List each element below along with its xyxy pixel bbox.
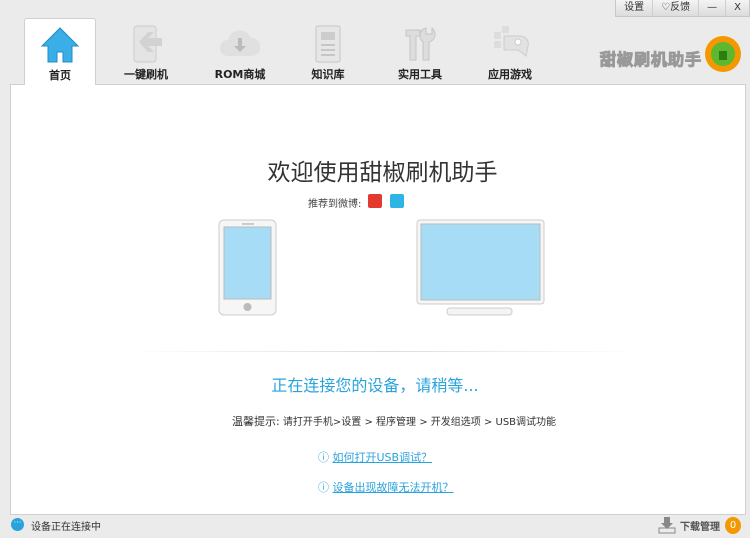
computer-illustration <box>416 219 545 316</box>
hint-text: 请打开手机>设置 > 程序管理 > 开发组选项 > USB调试功能 <box>282 417 557 428</box>
phone-flash-icon <box>133 25 162 63</box>
cloud-download-icon <box>220 30 260 56</box>
tab-label: 知识库 <box>311 68 345 81</box>
phone-illustration <box>218 219 277 316</box>
tab-label: 首页 <box>49 69 71 82</box>
link-text: 如何打开USB调试？ <box>332 451 433 464</box>
tab-label: 实用工具 <box>398 68 442 81</box>
tab-tools[interactable]: 实用工具 <box>384 18 456 84</box>
feedback-button[interactable]: ♡反馈 <box>652 0 698 16</box>
info-icon: ⓘ <box>318 481 333 494</box>
tab-one-click-flash[interactable]: 一键刷机 <box>110 18 182 84</box>
pepper-logo-icon <box>705 36 741 72</box>
connection-status: 正在连接您的设备，请稍等... <box>271 376 479 395</box>
sina-weibo-icon[interactable] <box>368 194 382 208</box>
link-text: 设备出现故障无法开机？ <box>332 481 454 494</box>
tencent-weibo-icon[interactable] <box>390 194 404 208</box>
download-count-badge: 0 <box>725 517 741 534</box>
tab-label: 一键刷机 <box>124 68 168 81</box>
close-button[interactable]: X <box>725 0 749 16</box>
info-icon: ⓘ <box>318 451 333 464</box>
tab-label: 应用游戏 <box>488 68 532 81</box>
window-controls: 设置 ♡反馈 — X <box>615 0 750 17</box>
download-tray-icon <box>658 517 676 534</box>
gamepad-icon <box>494 26 529 57</box>
usb-debug-help-link[interactable]: ⓘ 如何打开USB调试？ <box>318 449 432 465</box>
connecting-icon: ··· <box>11 518 24 531</box>
brand-logo-text: 甜椒刷机助手 <box>599 50 703 70</box>
document-icon <box>315 25 341 63</box>
tab-apps-games[interactable]: 应用游戏 <box>474 18 546 84</box>
download-label: 下载管理 <box>680 521 720 533</box>
page-title: 欢迎使用甜椒刷机助手 <box>267 160 498 186</box>
divider <box>130 351 640 352</box>
status-text: 设备正在连接中 <box>31 522 101 533</box>
tab-home[interactable]: 首页 <box>24 18 96 85</box>
hint-label: 温馨提示: <box>232 415 280 428</box>
share-label: 推荐到微博: <box>308 199 362 210</box>
minimize-button[interactable]: — <box>698 0 725 16</box>
download-manager-button[interactable]: 下载管理 <box>658 516 720 534</box>
tab-knowledge[interactable]: 知识库 <box>292 18 364 84</box>
tab-rom-store[interactable]: ROM商城 <box>204 18 276 84</box>
device-fault-help-link[interactable]: ⓘ 设备出现故障无法开机？ <box>318 479 454 495</box>
settings-button[interactable]: 设置 <box>616 0 652 16</box>
hint: 温馨提示: 请打开手机>设置 > 程序管理 > 开发组选项 > USB调试功能 <box>232 413 556 429</box>
home-icon <box>40 27 80 63</box>
tab-label: ROM商城 <box>214 68 266 81</box>
tools-icon <box>405 26 436 61</box>
